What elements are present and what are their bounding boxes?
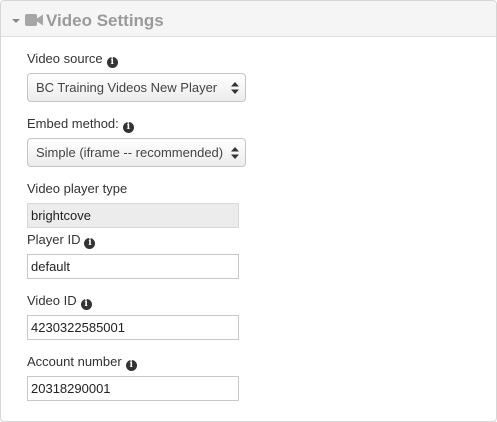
video-settings-panel: Video Settings Video source i BC Training…: [0, 0, 497, 422]
video-source-selected-value: BC Training Videos New Player: [36, 80, 218, 95]
video-player-type-value: brightcove: [31, 208, 91, 223]
caret-down-icon[interactable]: [12, 19, 20, 23]
embed-method-label: Embed method: i: [27, 116, 134, 133]
select-arrows-icon: [231, 147, 239, 159]
video-player-type-label: Video player type: [27, 181, 127, 197]
video-id-input[interactable]: [27, 315, 239, 340]
info-icon[interactable]: i: [80, 299, 92, 310]
account-number-input[interactable]: [27, 376, 239, 401]
video-source-label: Video source i: [27, 51, 118, 68]
video-camera-icon: [25, 14, 43, 26]
video-player-type-label-text: Video player type: [27, 181, 128, 196]
embed-method-select[interactable]: Simple (iframe -- recommended): [27, 138, 246, 167]
info-icon[interactable]: i: [122, 122, 134, 133]
account-number-label-text: Account number: [27, 354, 122, 369]
embed-method-label-text: Embed method:: [27, 116, 119, 131]
video-player-type-field: brightcove: [27, 203, 239, 228]
player-id-label-text: Player ID: [27, 232, 81, 247]
account-number-label: Account number i: [27, 354, 137, 371]
info-icon[interactable]: i: [84, 238, 96, 249]
embed-method-selected-value: Simple (iframe -- recommended): [36, 145, 224, 160]
info-icon[interactable]: i: [125, 360, 137, 371]
video-source-select[interactable]: BC Training Videos New Player: [27, 73, 246, 102]
info-icon[interactable]: i: [106, 57, 118, 68]
player-id-label: Player ID i: [27, 232, 96, 249]
panel-title: Video Settings: [46, 11, 164, 30]
video-id-label-text: Video ID: [27, 293, 77, 308]
video-id-label: Video ID i: [27, 293, 92, 310]
player-id-input[interactable]: [27, 254, 239, 279]
video-source-label-text: Video source: [27, 51, 103, 66]
panel-header[interactable]: Video Settings: [1, 1, 496, 37]
select-arrows-icon: [231, 82, 239, 94]
